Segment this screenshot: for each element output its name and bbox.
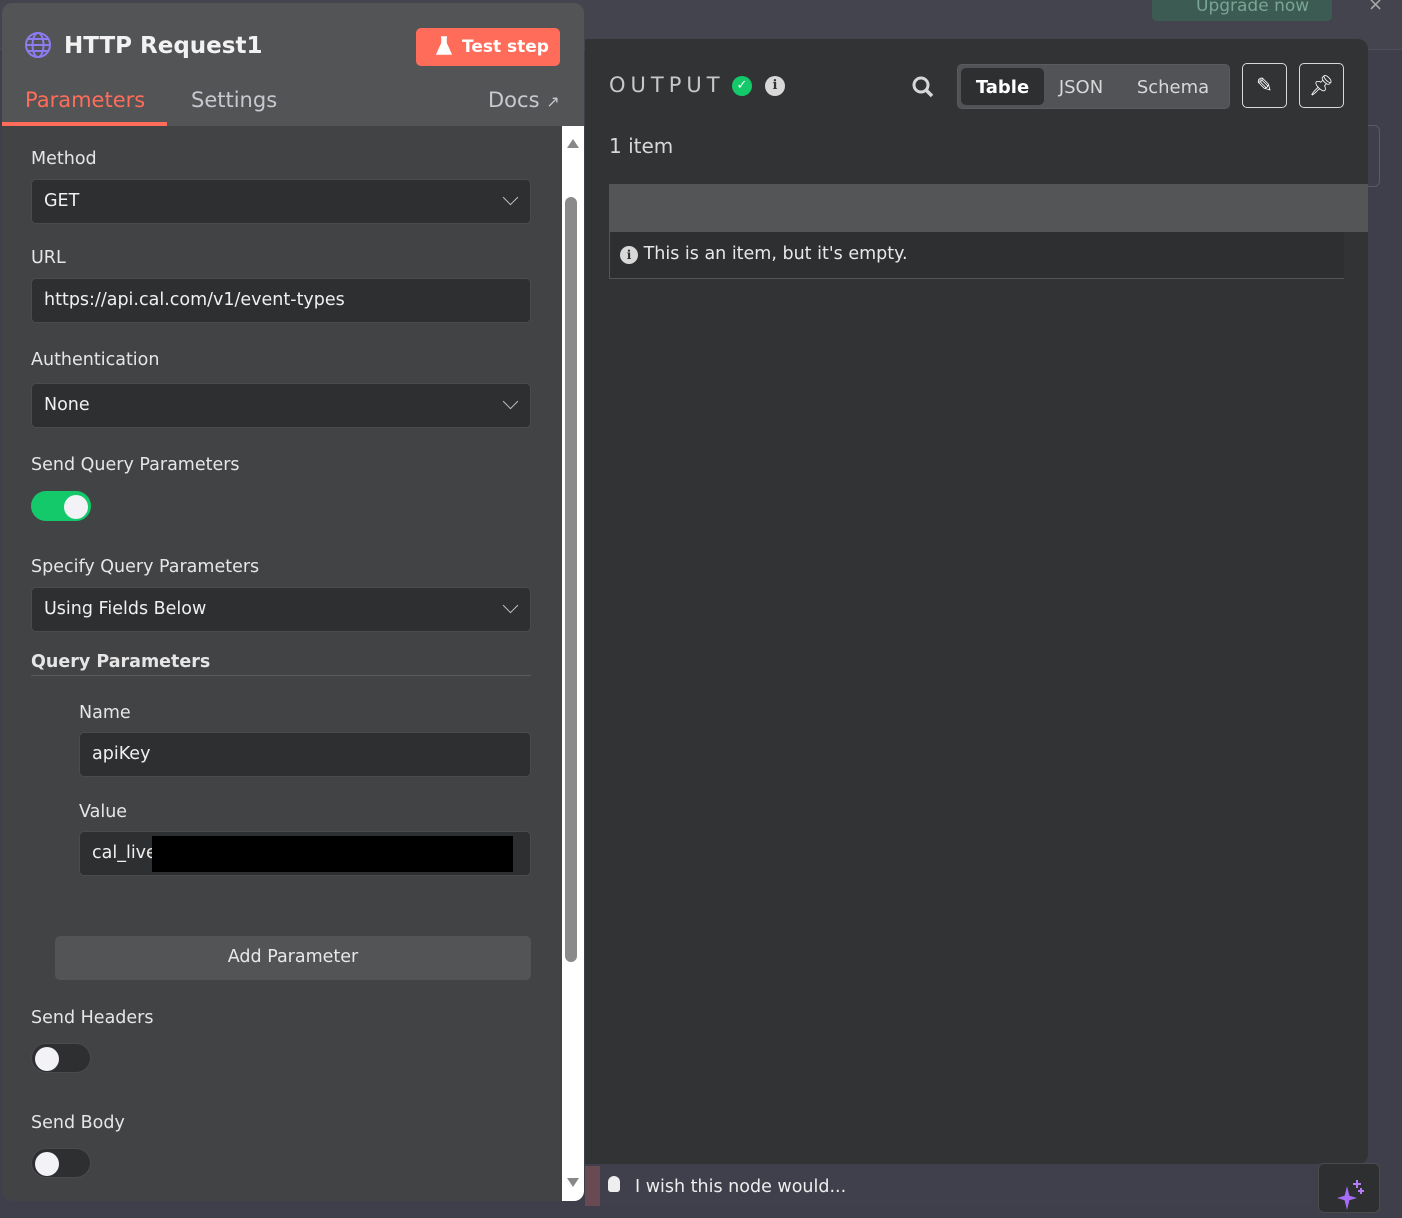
- docs-label: Docs: [488, 88, 540, 112]
- close-icon[interactable]: ×: [1368, 0, 1383, 15]
- view-table-button[interactable]: Table: [961, 68, 1044, 105]
- send-query-label: Send Query Parameters: [31, 455, 240, 475]
- canvas-node-edge: [1368, 125, 1380, 187]
- authentication-select[interactable]: None: [31, 383, 531, 428]
- send-body-label: Send Body: [31, 1113, 125, 1133]
- feedback-accent: [585, 1166, 600, 1206]
- query-parameters-heading: Query Parameters: [31, 652, 531, 676]
- chevron-down-icon: [502, 597, 519, 614]
- url-input[interactable]: https://api.cal.com/v1/event-types: [31, 278, 531, 323]
- item-count: 1 item: [609, 134, 674, 158]
- toggle-knob: [64, 495, 88, 519]
- globe-icon: [25, 32, 51, 58]
- pin-icon: 📌︎: [1308, 73, 1335, 97]
- param-value-label: Value: [79, 802, 128, 822]
- external-link-icon: ↗: [546, 92, 560, 111]
- table-header-row: [609, 184, 1368, 232]
- chevron-down-icon: [502, 189, 519, 206]
- add-parameter-button[interactable]: Add Parameter: [55, 936, 531, 980]
- param-value-text: cal_live: [92, 843, 157, 863]
- send-headers-label: Send Headers: [31, 1008, 154, 1028]
- upgrade-button[interactable]: Upgrade now: [1152, 0, 1332, 21]
- param-value-input[interactable]: cal_live: [79, 831, 531, 876]
- empty-item-row: i This is an item, but it's empty.: [609, 232, 1344, 279]
- specify-query-label: Specify Query Parameters: [31, 557, 260, 577]
- empty-message: This is an item, but it's empty.: [643, 244, 908, 264]
- node-parameters-panel: HTTP Request1 Test step Parameters Setti…: [2, 3, 584, 1201]
- output-panel: OUTPUT ✓ i Table JSON Schema ✎ 📌︎ 1 item…: [585, 39, 1368, 1164]
- test-step-button[interactable]: Test step: [416, 28, 560, 66]
- edit-button[interactable]: ✎: [1242, 63, 1287, 108]
- param-name-label: Name: [79, 703, 131, 723]
- output-label: OUTPUT: [609, 73, 725, 97]
- active-tab-indicator: [2, 122, 167, 126]
- redaction-block: [152, 836, 513, 872]
- flask-icon: [436, 36, 452, 55]
- view-json-button[interactable]: JSON: [1046, 68, 1116, 105]
- sparkles-icon: [1337, 1180, 1364, 1210]
- pin-button[interactable]: 📌︎: [1299, 63, 1344, 108]
- success-check-icon: ✓: [732, 76, 752, 96]
- tab-parameters[interactable]: Parameters: [25, 88, 145, 112]
- send-query-toggle[interactable]: [31, 491, 91, 521]
- method-value: GET: [44, 191, 80, 211]
- scroll-up-arrow[interactable]: [567, 139, 579, 148]
- upgrade-label: Upgrade now: [1196, 0, 1310, 16]
- view-switcher: Table JSON Schema: [957, 64, 1230, 109]
- feedback-placeholder: I wish this node would...: [635, 1177, 847, 1197]
- feedback-input[interactable]: I wish this node would...: [600, 1166, 1317, 1206]
- specify-query-select[interactable]: Using Fields Below: [31, 587, 531, 632]
- info-icon[interactable]: i: [765, 76, 785, 96]
- send-body-toggle[interactable]: [31, 1148, 91, 1178]
- specify-query-value: Using Fields Below: [44, 599, 207, 619]
- scrollbar-thumb[interactable]: [565, 197, 577, 962]
- toggle-knob: [35, 1047, 59, 1071]
- toggle-knob: [35, 1152, 59, 1176]
- method-select[interactable]: GET: [31, 179, 531, 224]
- node-title[interactable]: HTTP Request1: [64, 33, 262, 59]
- info-icon: i: [620, 246, 638, 264]
- docs-link[interactable]: Docs ↗: [488, 88, 560, 112]
- tab-settings[interactable]: Settings: [191, 88, 277, 112]
- pencil-icon: ✎: [1256, 73, 1273, 97]
- scroll-down-arrow[interactable]: [567, 1178, 579, 1187]
- test-step-label: Test step: [462, 37, 549, 57]
- method-label: Method: [31, 149, 97, 169]
- lightbulb-icon: [608, 1176, 620, 1192]
- view-schema-button[interactable]: Schema: [1123, 68, 1223, 105]
- chevron-down-icon: [502, 393, 519, 410]
- search-icon[interactable]: [911, 75, 935, 99]
- authentication-value: None: [44, 395, 90, 415]
- url-label: URL: [31, 248, 66, 268]
- send-headers-toggle[interactable]: [31, 1043, 91, 1073]
- authentication-label: Authentication: [31, 350, 160, 370]
- param-name-input[interactable]: apiKey: [79, 732, 531, 777]
